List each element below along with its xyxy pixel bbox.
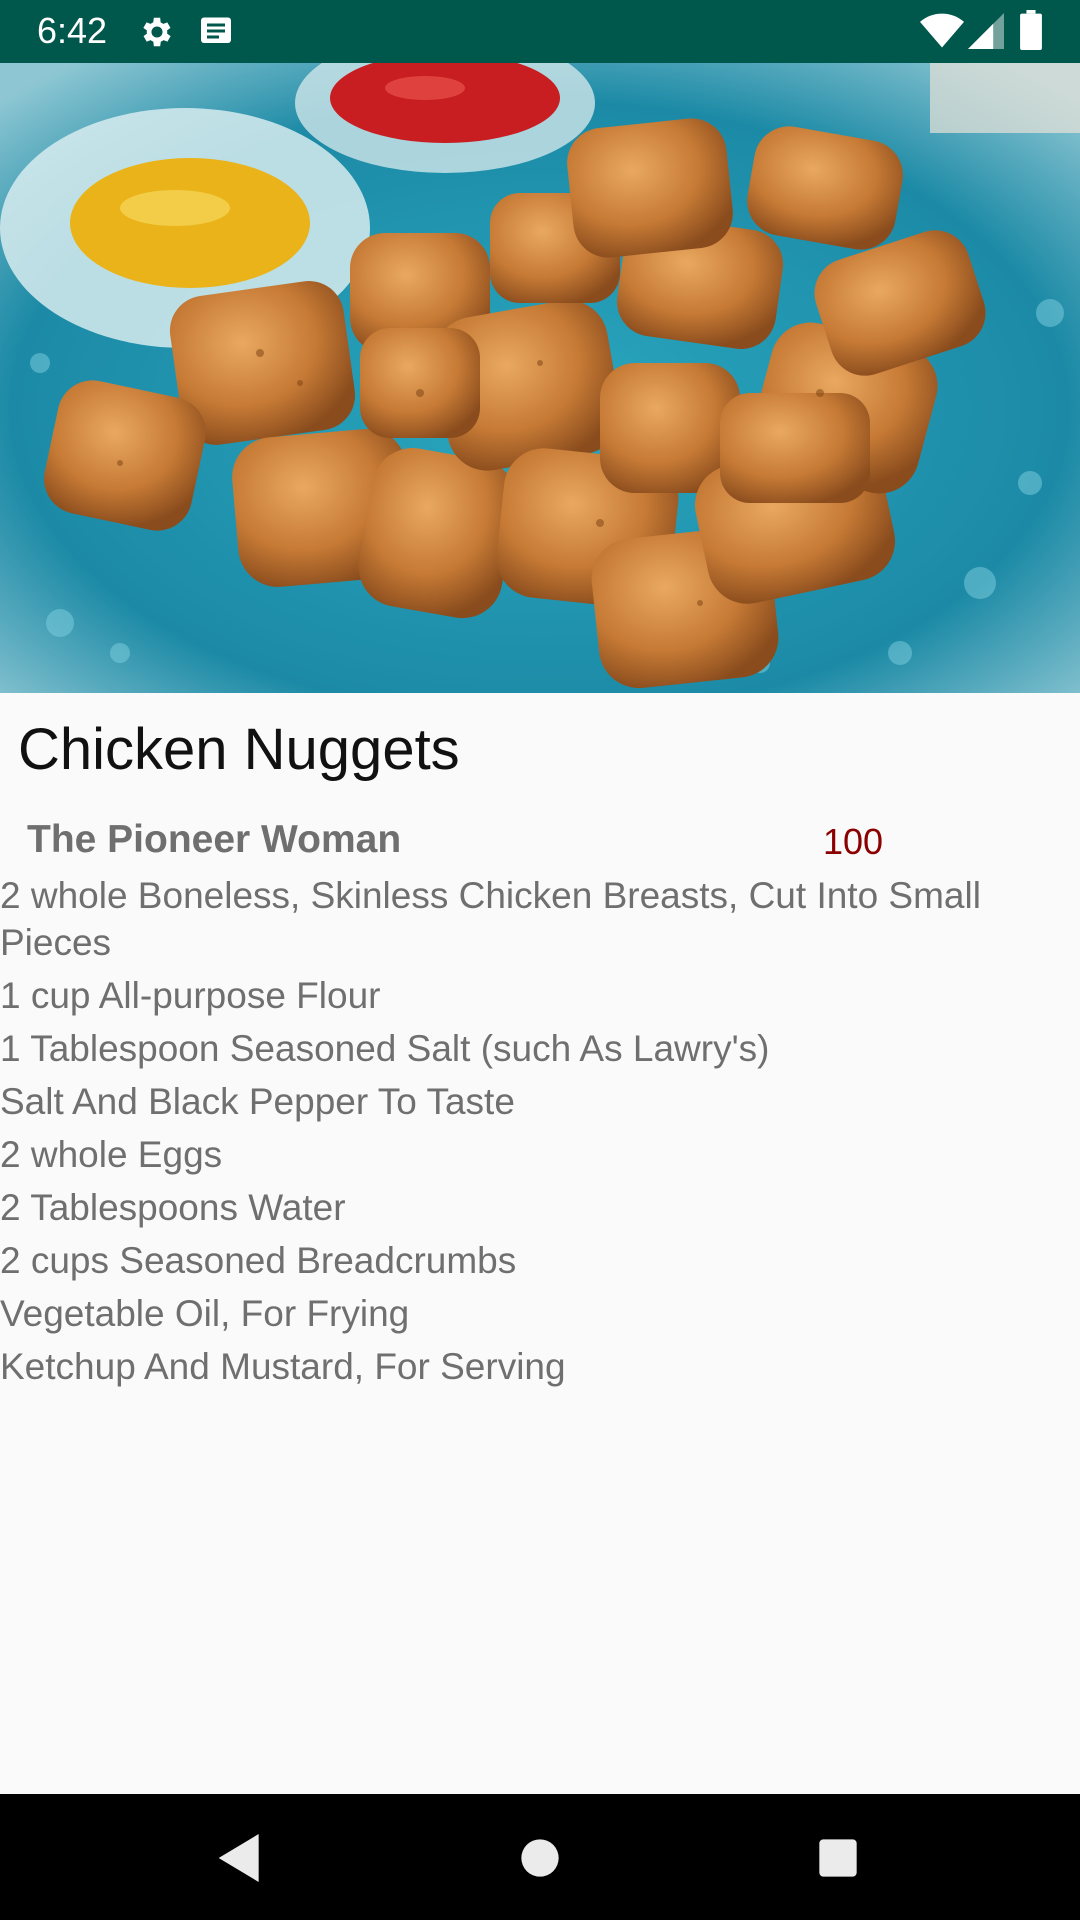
ingredient-item: 2 whole Eggs [0,1134,223,1175]
ingredient-item: 2 whole Boneless, Skinless Chicken Breas… [0,875,981,963]
gear-icon [138,13,176,56]
recipe-source: The Pioneer Woman [27,818,402,861]
ingredient-item: Salt And Black Pepper To Taste [0,1081,515,1122]
recipe-score: 100 [823,821,884,862]
ingredient-item: Ketchup And Mustard, For Serving [0,1346,566,1387]
recipe-image [0,63,1080,693]
status-time: 6:42 [37,10,108,51]
signal-icon [968,12,1004,55]
status-bar: 6:42 [0,0,1080,63]
ingredient-item: 2 cups Seasoned Breadcrumbs [0,1240,517,1281]
ingredient-list: 2 whole Boneless, Skinless Chicken Breas… [0,872,1060,1396]
battery-icon [1020,10,1042,55]
message-icon [198,13,234,54]
navigation-bar [0,1794,1080,1920]
wifi-icon [920,12,964,55]
home-icon[interactable] [508,1826,572,1890]
ingredient-item: 1 cup All-purpose Flour [0,975,381,1016]
ingredient-item: 2 Tablespoons Water [0,1187,346,1228]
ingredient-item: Vegetable Oil, For Frying [0,1293,410,1334]
recents-icon[interactable] [806,1826,870,1890]
recipe-title: Chicken Nuggets [18,717,460,782]
ingredient-item: 1 Tablespoon Seasoned Salt (such As Lawr… [0,1028,770,1069]
back-icon[interactable] [208,1826,272,1890]
